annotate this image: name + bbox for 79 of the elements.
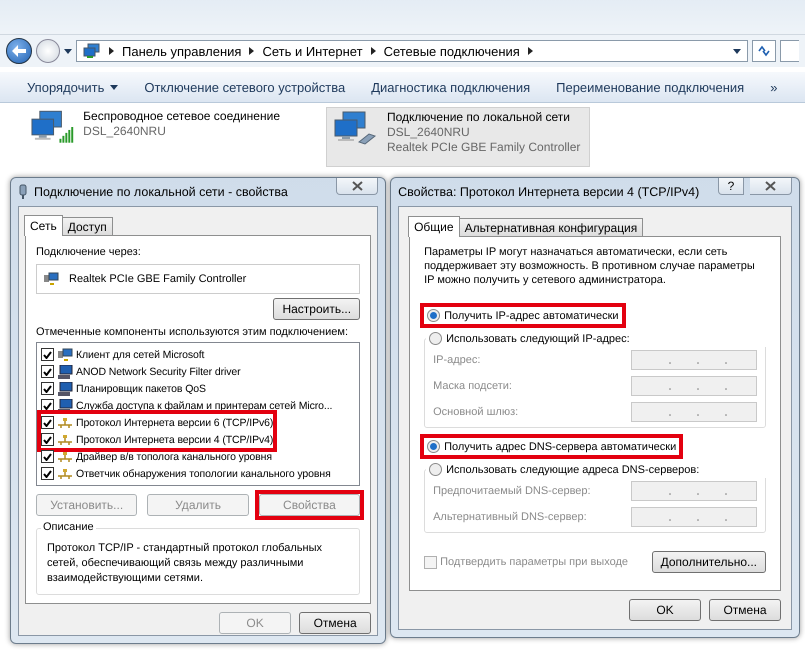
connection-name: Подключение по локальной сети [387,110,571,125]
component-item[interactable]: ANOD Network Security Filter driver [41,363,356,380]
component-item[interactable]: Драйвер в/в тополога канального уровня [41,448,356,465]
checkbox[interactable] [41,467,54,480]
breadcrumb-item[interactable]: Панель управления [122,44,242,58]
close-icon [765,181,776,191]
adapter-name: Realtek PCIe GBE Family Controller [387,140,580,155]
intro-text: Параметры IP могут назначаться автоматически, если сеть поддерживает эту возможность. В противном случае параметры IP можно получить у сетевого администратора. [424,245,756,287]
control-panel-icon [83,43,101,59]
close-icon [352,181,363,191]
toolbar-button[interactable]: Отключение сетевого устройства [131,80,358,94]
field-label: Альтернативный DNS-сервер: [433,511,587,523]
computer-icon [57,364,73,378]
components-label: Отмеченные компоненты используются этим подключением: [36,326,350,338]
connection-name: Беспроводное сетевое соединение [83,109,280,124]
component-item[interactable]: Протокол Интернета версии 4 (TCP/IPv4) [41,431,274,448]
toolbar-button[interactable]: Диагностика подключения [358,80,544,94]
tab[interactable]: Общие [408,216,460,237]
window-title: Свойства: Протокол Интернета версии 4 (TCP/IPv4) [398,185,700,199]
tab[interactable]: Альтернативная конфигурация [458,218,644,236]
field-label: Предпочитаемый DNS-сервер: [433,485,591,497]
chevron-icon [109,47,114,55]
button[interactable]: Отмена [709,599,781,621]
description-text: Протокол TCP/IP - стандартный протокол глобальных сетей, обеспечивающий связь между различными взаимодействующими сетями. [47,541,323,586]
component-item[interactable]: Служба доступа к файлам и принтерам сетей Micro... [41,397,356,414]
radio-button[interactable]: Использовать следующий IP-адрес: [426,330,766,347]
component-item[interactable]: Протокол Интернета версии 6 (TCP/IPv6) [41,414,274,431]
caret-icon [733,48,741,54]
advanced-button[interactable]: Дополнительно... [652,551,766,573]
toolbar-button[interactable]: Переименование подключения [543,80,758,94]
chevron-icon [249,47,254,55]
checkbox[interactable] [41,348,54,361]
computer-icon [57,382,73,396]
component-item[interactable]: Планировщик пакетов QoS [41,380,356,397]
chevron-icon [370,47,376,55]
toolbar-button[interactable]: Упорядочить [14,80,132,94]
tab[interactable]: Сеть [24,215,63,236]
checkbox[interactable] [41,433,54,446]
network-name: DSL_2640NRU [83,124,167,139]
button[interactable]: OK [629,599,701,621]
checkbox[interactable] [41,416,54,429]
help-button[interactable]: ? [718,178,744,195]
connection-item[interactable]: Подключение по локальной сети DSL_2640NRU Realtek PCIe GBE Family Controller [326,107,590,167]
component-item[interactable]: Клиент для сетей Microsoft [41,346,356,363]
caret-icon [64,48,72,54]
wireless-network-icon [30,109,76,145]
computer-icon [43,272,59,286]
button[interactable]: Отмена [299,612,372,634]
refresh-button[interactable] [752,40,776,62]
wired-network-icon [333,110,379,146]
radio-button[interactable]: Использовать следующие адреса DNS-серверов: [426,461,766,478]
computer-icon [57,398,73,412]
checkbox[interactable] [41,450,54,463]
checkbox[interactable] [41,365,54,378]
close-button[interactable] [336,178,378,195]
connection-item[interactable]: Беспроводное сетевое соединение DSL_2640NRU [24,107,286,167]
configure-button[interactable]: Настроить... [273,298,360,320]
breadcrumb-item[interactable]: Сетевые подключения [384,44,520,58]
address-bar[interactable]: Панель управления Сеть и Интернет Сетевые подключения [76,40,748,62]
refresh-icon [757,45,771,57]
connect-using-label: Подключение через: [36,246,142,258]
search-field[interactable] [780,40,799,62]
close-button[interactable] [750,178,792,195]
chevron-icon [528,47,533,55]
breadcrumb-item[interactable]: Сеть и Интернет [262,44,363,58]
field-label: IP-адрес: [433,354,480,366]
field-label: Основной шлюз: [433,406,518,418]
checkbox[interactable] [41,382,54,395]
back-arrow-icon [12,45,26,57]
window-title: Подключение по локальной сети - свойства [34,185,289,199]
adapter-box: Realtek PCIe GBE Family Controller [36,264,360,294]
network-name: DSL_2640NRU [387,125,471,140]
computer-icon [57,348,73,362]
tab[interactable]: Доступ [62,217,113,235]
component-item[interactable]: Ответчик обнаружения топологии канального уровня [41,465,356,482]
field-label: Маска подсети: [433,380,512,392]
group-title: Описание [41,521,96,533]
back-button[interactable] [6,38,32,64]
more-button[interactable]: » [757,80,790,94]
